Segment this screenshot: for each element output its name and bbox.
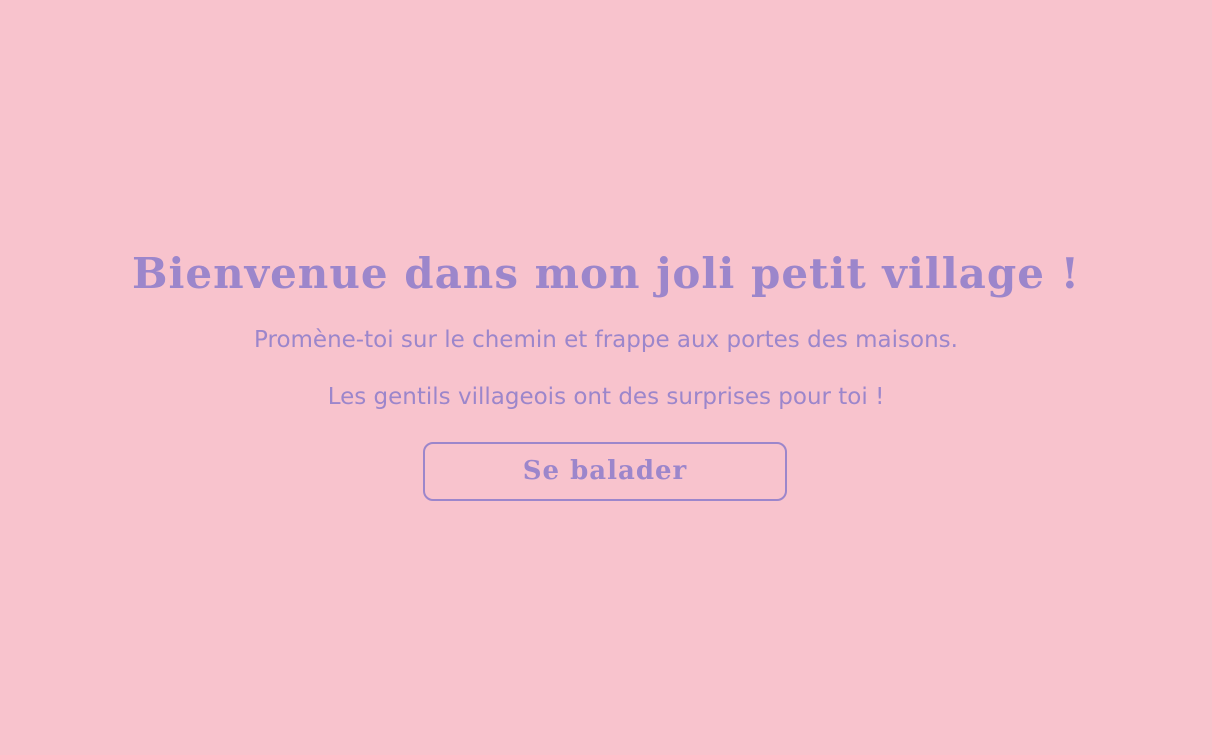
page-title: Bienvenue dans mon joli petit village ! (131, 249, 1081, 298)
intro-text-line-2: Les gentils villageois ont des surprises… (327, 384, 885, 410)
welcome-screen: Bienvenue dans mon joli petit village ! … (0, 0, 1212, 755)
walk-button[interactable]: Se balader (423, 442, 787, 501)
page: Bienvenue dans mon joli petit village ! … (0, 0, 1212, 755)
intro-text-line-1: Promène-toi sur le chemin et frappe aux … (254, 327, 958, 353)
